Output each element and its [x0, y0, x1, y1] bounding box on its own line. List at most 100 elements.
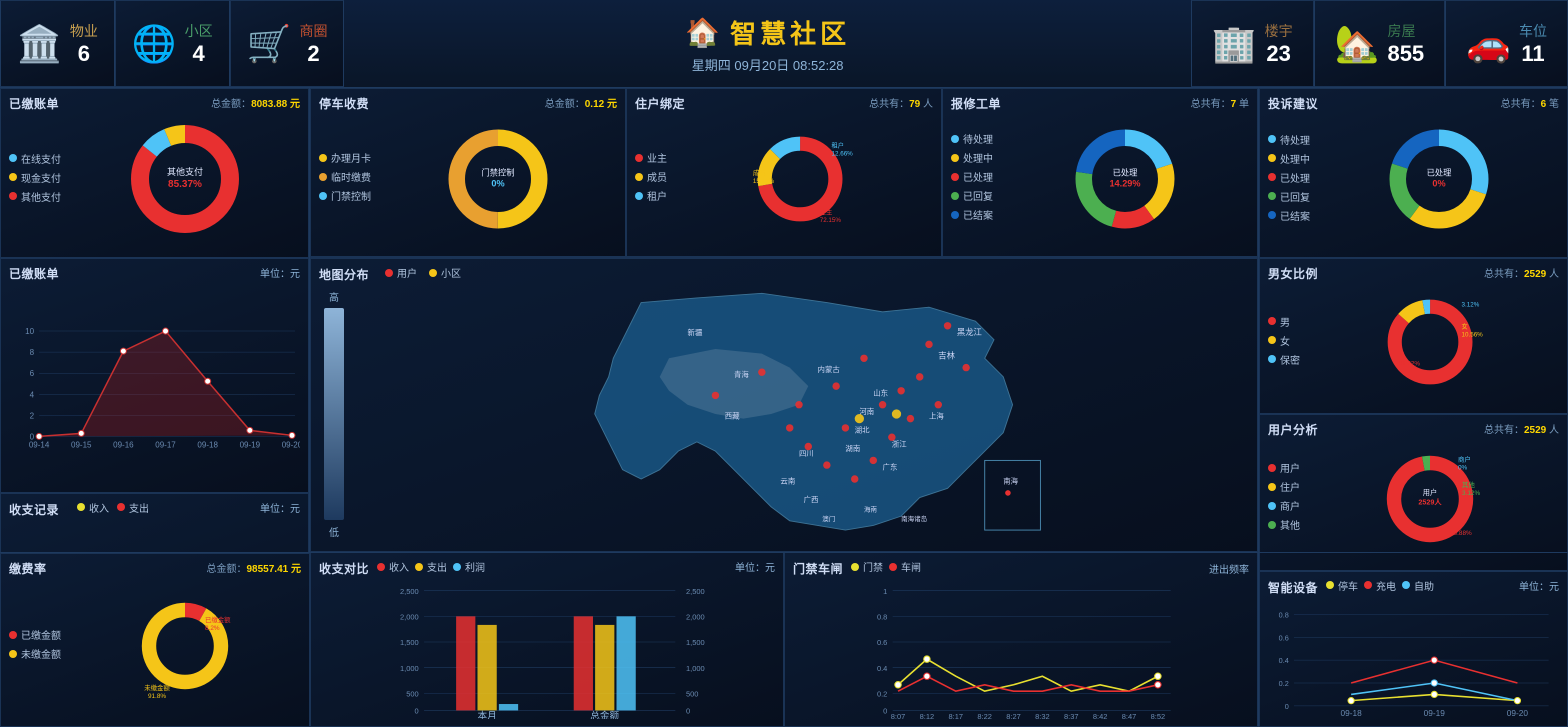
- svg-text:2529人: 2529人: [1418, 497, 1442, 506]
- svg-text:09-16: 09-16: [113, 440, 134, 449]
- svg-text:上海: 上海: [929, 411, 944, 421]
- shangjuan-value: 2: [299, 41, 327, 67]
- svg-text:已处理: 已处理: [1113, 167, 1138, 177]
- svg-text:青海: 青海: [734, 369, 749, 379]
- svg-text:未缴金额: 未缴金额: [144, 683, 170, 692]
- svg-text:海南: 海南: [864, 505, 878, 514]
- fangwu-label: 房屋: [1387, 21, 1424, 41]
- legend-yuelika: 办理月卡: [319, 150, 371, 165]
- svg-text:租户: 租户: [832, 140, 845, 149]
- legend-zaixian: 在线支付: [9, 151, 61, 166]
- svg-text:广东: 广东: [883, 462, 898, 472]
- xiaoqu-label: 小区: [185, 21, 213, 41]
- svg-text:男: 男: [1398, 352, 1404, 360]
- svg-text:已缴金额: 已缴金额: [205, 615, 231, 624]
- svg-text:2: 2: [30, 411, 35, 420]
- svg-text:91.8%: 91.8%: [148, 693, 166, 700]
- svg-text:12.66%: 12.66%: [832, 150, 854, 157]
- xiaoqu-value: 4: [185, 41, 213, 67]
- svg-text:86.32%: 86.32%: [1398, 361, 1420, 368]
- wuye-value: 6: [70, 41, 98, 67]
- baoxiu-donut: 已处理 14.29%: [1070, 124, 1180, 234]
- svg-text:河南: 河南: [859, 406, 874, 416]
- svg-text:西藏: 西藏: [725, 411, 740, 421]
- svg-text:72.15%: 72.15%: [820, 217, 842, 224]
- svg-text:10.56%: 10.56%: [1461, 332, 1483, 339]
- stat-shangjuan: 🛒 商圈 2: [230, 0, 345, 87]
- chewei-label: 车位: [1519, 21, 1547, 41]
- svg-text:湖北: 湖北: [855, 426, 870, 435]
- svg-text:09-17: 09-17: [155, 440, 176, 449]
- tingche-panel: 停车收费 总金额：0.12 元 办理月卡 临时缴费 门禁控制: [310, 88, 626, 257]
- legend-shouru: 收入: [77, 500, 109, 515]
- svg-text:09-18: 09-18: [197, 440, 218, 449]
- tousu-donut: 已处理 0%: [1384, 124, 1494, 234]
- svg-text:6: 6: [30, 369, 35, 378]
- jiaofei-panel: 缴费率 总金额：98557.41 元 已缴金额 未缴金额 已缴金额 8.2%: [0, 553, 310, 727]
- map-panel: 地图分布 用户 小区 高 低: [310, 258, 1258, 552]
- cart-icon: 🛒: [247, 23, 292, 65]
- yijiao-chart-panel: 已缴账单 单位：元 10 8 6 4 2 0: [0, 258, 309, 493]
- svg-text:新疆: 新疆: [688, 327, 703, 337]
- jiaofei-donut: 已缴金额 8.2% 未缴金额 91.8%: [125, 581, 245, 711]
- datetime: 星期四 09月20日 08:52:28: [692, 55, 844, 74]
- stat-fangwu: 🏡 房屋 855: [1314, 0, 1446, 87]
- yijiao-panel: 已缴账单 总金额：8083.88 元 在线支付 现金支付 其他支付: [0, 88, 309, 258]
- svg-text:其他支付: 其他支付: [166, 166, 202, 177]
- svg-text:已处理: 已处理: [1426, 167, 1451, 177]
- svg-text:用户: 用户: [1422, 488, 1436, 497]
- svg-text:0%: 0%: [1458, 464, 1468, 471]
- nannu-donut: 3.12% 女 10.56% 男 86.32%: [1379, 277, 1489, 407]
- svg-text:黑龙江: 黑龙江: [957, 327, 982, 337]
- china-map: 黑龙江 吉林 新疆 青海 西藏 内蒙古 山东 河南 湖北 湖南 浙江 广东 四川…: [349, 284, 1249, 544]
- tingche-donut: 门禁控制 0%: [443, 124, 553, 234]
- svg-text:南海: 南海: [1003, 476, 1018, 486]
- wuye-label: 物业: [70, 21, 98, 41]
- svg-text:85.37%: 85.37%: [168, 179, 202, 190]
- svg-text:湖南: 湖南: [845, 443, 860, 453]
- svg-text:96.88%: 96.88%: [1450, 530, 1472, 537]
- stat-louyu: 🏢 楼宇 23: [1191, 0, 1314, 87]
- svg-text:成员: 成员: [753, 168, 766, 177]
- svg-text:09-19: 09-19: [240, 440, 261, 449]
- zhuzhu-donut: 租户 12.66% 成员 15.19% 业主 72.15%: [749, 119, 859, 239]
- svg-text:女: 女: [1461, 322, 1467, 331]
- svg-text:4: 4: [30, 390, 35, 399]
- car-icon: 🚗: [1466, 23, 1511, 65]
- svg-text:四川: 四川: [799, 449, 814, 458]
- svg-text:澳门: 澳门: [822, 514, 835, 523]
- page: 🏛️ 物业 6 🌐 小区 4 🛒 商圈 2: [0, 0, 1568, 727]
- stat-wuye: 🏛️ 物业 6: [0, 0, 115, 87]
- louyu-value: 23: [1265, 41, 1293, 67]
- zhuzhu-panel: 住户绑定 总共有：79 人 业主 成员 租户: [626, 88, 942, 257]
- svg-text:8: 8: [30, 348, 35, 357]
- house-icon: 🏡: [1335, 23, 1380, 65]
- chewei-value: 11: [1519, 41, 1547, 67]
- svg-text:山东: 山东: [873, 387, 888, 397]
- svg-text:14.29%: 14.29%: [1109, 178, 1140, 188]
- svg-text:10: 10: [25, 327, 34, 336]
- yonghu-donut: 用户 2529人 商户 0% 其他 3.12% 96.88%: [1374, 434, 1494, 564]
- tousu-panel: 投诉建议 总共有：6 笔 待处理 处理中 已处理 已回复 已结案: [1259, 88, 1568, 258]
- svg-text:其他: 其他: [1462, 480, 1475, 489]
- svg-text:0%: 0%: [491, 178, 504, 188]
- app-title: 智慧社区: [730, 14, 850, 51]
- stat-xiaoqu: 🌐 小区 4: [115, 0, 230, 87]
- stat-chewei: 🚗 车位 11: [1445, 0, 1568, 87]
- svg-text:09-20: 09-20: [282, 440, 300, 449]
- shangjuan-label: 商圈: [299, 21, 327, 41]
- nannu-panel: 男女比例 总共有：2529 人 男 女 保密: [1259, 258, 1568, 414]
- office-icon: 🏢: [1212, 23, 1257, 65]
- yijiao-donut: 其他支付 85.37%: [125, 119, 245, 239]
- svg-text:8.2%: 8.2%: [205, 625, 220, 632]
- fangwu-value: 855: [1387, 41, 1424, 67]
- svg-text:商户: 商户: [1458, 454, 1471, 463]
- baoxiu-panel: 报修工单 总共有：7 单 待处理 处理中 已处理 已回复 已结案: [942, 88, 1258, 257]
- svg-text:门禁控制: 门禁控制: [482, 167, 515, 177]
- svg-text:业主: 业主: [820, 207, 833, 216]
- svg-text:南海诸岛: 南海诸岛: [901, 514, 927, 523]
- network-icon: 🌐: [132, 23, 177, 65]
- legend-xianjin: 现金支付: [9, 170, 61, 185]
- svg-text:0%: 0%: [1432, 178, 1445, 188]
- svg-text:广西: 广西: [804, 494, 819, 504]
